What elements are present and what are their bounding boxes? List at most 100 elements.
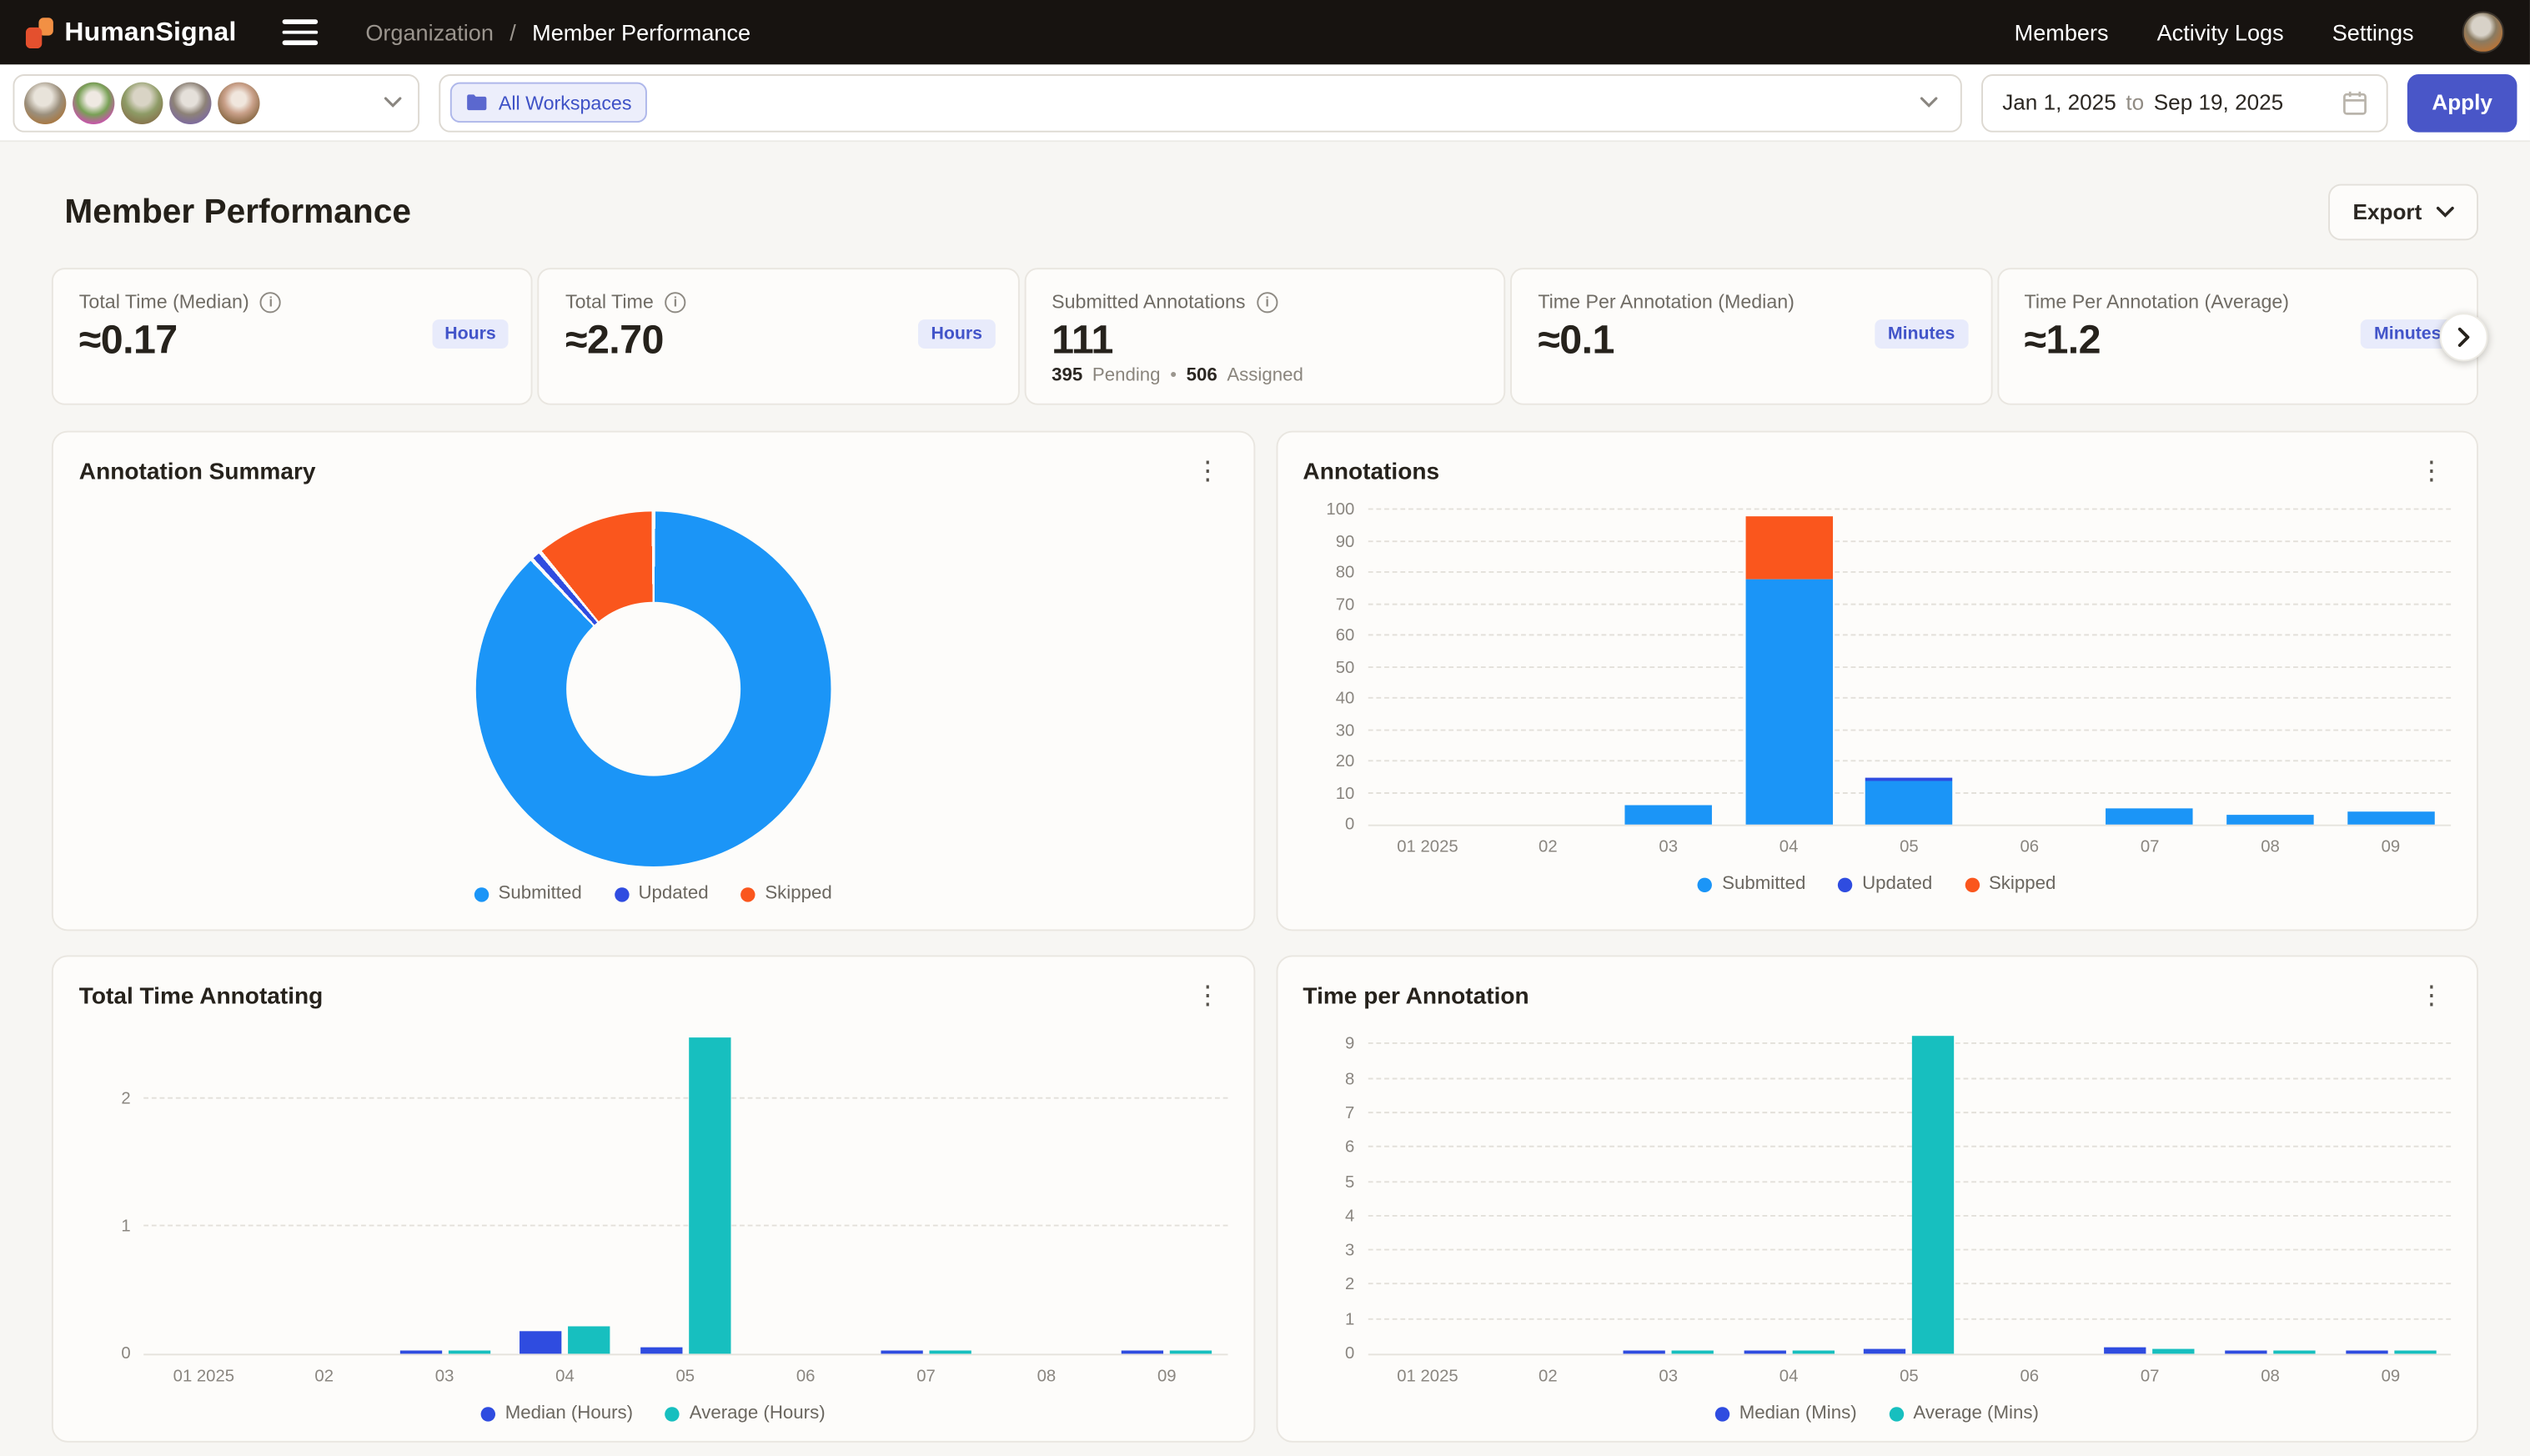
y-axis-tick: 20 — [1303, 751, 1354, 773]
stat-card-label: Submitted Annotations — [1052, 290, 1245, 313]
legend-dot — [740, 886, 755, 901]
chart-legend: Median (Mins) Average (Mins) — [1303, 1403, 2451, 1423]
x-axis-tick: 09 — [2331, 1367, 2451, 1386]
cards-next-button[interactable] — [2440, 312, 2488, 360]
stacked-bar — [1865, 777, 1952, 825]
legend-dot — [1889, 1406, 1903, 1420]
x-axis-labels: 01 20250203040506070809 — [1368, 837, 2451, 856]
x-axis-labels: 01 20250203040506070809 — [1368, 1367, 2451, 1386]
kebab-menu-icon[interactable]: ⋮ — [2412, 457, 2451, 490]
bars-layer — [1368, 511, 2451, 824]
legend-item-skipped[interactable]: Skipped — [740, 884, 831, 903]
chart-plot: 0123456789 — [1368, 1036, 2451, 1355]
legend-label: Updated — [638, 884, 708, 903]
x-axis-tick: 08 — [986, 1367, 1107, 1386]
nav-members[interactable]: Members — [2015, 19, 2109, 45]
x-axis-tick: 09 — [1107, 1367, 1227, 1386]
total-time-annotating-chart: 01201 20250203040506070809Median (Hours)… — [79, 1036, 1227, 1423]
bar-group-07 — [2090, 809, 2210, 825]
y-axis-tick: 2 — [1303, 1273, 1354, 1296]
panel-annotations: Annotations ⋮ 010203040506070809010001 2… — [1276, 431, 2478, 931]
legend-item-median-hours-[interactable]: Median (Hours) — [481, 1403, 633, 1423]
assigned-label: Assigned — [1227, 366, 1303, 385]
user-avatar[interactable] — [2462, 12, 2504, 53]
members-filter-select[interactable] — [13, 73, 419, 132]
legend-item-updated[interactable]: Updated — [1838, 875, 1932, 894]
gridline — [1368, 508, 2451, 510]
breadcrumb-organization[interactable]: Organization — [365, 19, 494, 45]
bar-segment-submitted — [2347, 812, 2434, 825]
chevron-down-icon — [2437, 207, 2454, 218]
stat-card-label: Total Time (Median) — [79, 290, 249, 313]
workspaces-filter-select[interactable]: All Workspaces — [439, 73, 1962, 132]
bar-median-mins- — [2346, 1351, 2387, 1354]
chart-legend: Submitted Updated Skipped — [1303, 875, 2451, 894]
export-button[interactable]: Export — [2329, 184, 2478, 241]
x-axis-tick: 08 — [2210, 1367, 2330, 1386]
stat-card-total-time: Total Time i ≈2.70 Hours — [538, 268, 1019, 404]
legend-item-skipped[interactable]: Skipped — [1965, 875, 2056, 894]
info-icon[interactable]: i — [665, 291, 685, 312]
hamburger-menu-icon[interactable] — [282, 14, 324, 50]
kebab-menu-icon[interactable]: ⋮ — [1188, 981, 1227, 1013]
legend-item-median-mins-[interactable]: Median (Mins) — [1715, 1403, 1857, 1423]
legend-item-submitted[interactable]: Submitted — [474, 884, 582, 903]
bar-group-05 — [1849, 777, 1969, 825]
page-title: Member Performance — [64, 193, 411, 231]
y-axis-tick: 2 — [79, 1087, 131, 1109]
y-axis-tick: 1 — [79, 1215, 131, 1238]
legend-dot — [1698, 877, 1712, 891]
y-axis-tick: 6 — [1303, 1137, 1354, 1159]
legend-item-average-hours-[interactable]: Average (Hours) — [665, 1403, 826, 1423]
stat-card-total-time-median: Total Time (Median) i ≈0.17 Hours — [52, 268, 533, 404]
donut-chart — [475, 511, 831, 866]
kebab-menu-icon[interactable]: ⋮ — [2412, 981, 2451, 1013]
info-icon[interactable]: i — [260, 291, 281, 312]
bar-group-09 — [1107, 1351, 1227, 1354]
bar-average-mins- — [2394, 1351, 2436, 1354]
y-axis-tick: 30 — [1303, 719, 1354, 741]
kebab-menu-icon[interactable]: ⋮ — [1188, 457, 1227, 490]
x-axis-tick: 05 — [1849, 837, 1969, 856]
humansignal-logo[interactable]: HumanSignal — [26, 17, 237, 48]
workspace-chip[interactable]: All Workspaces — [450, 83, 648, 123]
legend-item-average-mins-[interactable]: Average (Mins) — [1889, 1403, 2038, 1423]
legend-dot — [1715, 1406, 1729, 1420]
info-icon[interactable]: i — [1257, 291, 1278, 312]
breadcrumb-separator: / — [510, 19, 516, 45]
stacked-bar — [2226, 815, 2313, 824]
panel-annotation-summary: Annotation Summary ⋮ Submitted Updated Ski… — [52, 431, 1254, 931]
y-axis-tick: 90 — [1303, 530, 1354, 553]
bar-group-05 — [625, 1038, 745, 1353]
legend-label: Average (Mins) — [1913, 1403, 2038, 1423]
panel-title: Total Time Annotating — [79, 984, 324, 1010]
nav-settings[interactable]: Settings — [2332, 19, 2414, 45]
x-axis-tick: 01 2025 — [1368, 837, 1488, 856]
y-axis-tick: 0 — [79, 1343, 131, 1365]
x-axis-tick: 03 — [384, 1367, 504, 1386]
main-content: Member Performance Export Total Time (Me… — [0, 184, 2530, 1443]
legend-item-submitted[interactable]: Submitted — [1698, 875, 1805, 894]
breadcrumb-current-page: Member Performance — [532, 19, 750, 45]
x-axis-tick: 01 2025 — [143, 1367, 264, 1386]
bar-group-04 — [1729, 1350, 1849, 1353]
y-axis-tick: 0 — [1303, 1343, 1354, 1365]
y-axis-tick: 100 — [1303, 499, 1354, 521]
bar-median-hours- — [1122, 1351, 1163, 1354]
legend-dot — [481, 1406, 495, 1420]
chevron-down-icon — [1920, 97, 1938, 108]
bar-median-hours- — [881, 1351, 922, 1354]
panel-time-per-annotation: Time per Annotation ⋮ 012345678901 20250… — [1276, 955, 2478, 1442]
bar-segment-submitted — [1745, 579, 1832, 824]
y-axis-tick: 1 — [1303, 1308, 1354, 1331]
bar-average-hours- — [568, 1326, 610, 1354]
apply-button[interactable]: Apply — [2407, 73, 2517, 132]
date-range-input[interactable]: Jan 1, 2025toSep 19, 2025 — [1981, 73, 2388, 132]
nav-activity-logs[interactable]: Activity Logs — [2157, 19, 2284, 45]
chart-legend: Median (Hours) Average (Hours) — [79, 1403, 1227, 1423]
panel-title: Annotation Summary — [79, 459, 316, 485]
bar-median-hours- — [520, 1331, 561, 1354]
x-axis-tick: 06 — [745, 1367, 866, 1386]
legend-item-updated[interactable]: Updated — [614, 884, 708, 903]
member-avatars — [24, 82, 259, 123]
